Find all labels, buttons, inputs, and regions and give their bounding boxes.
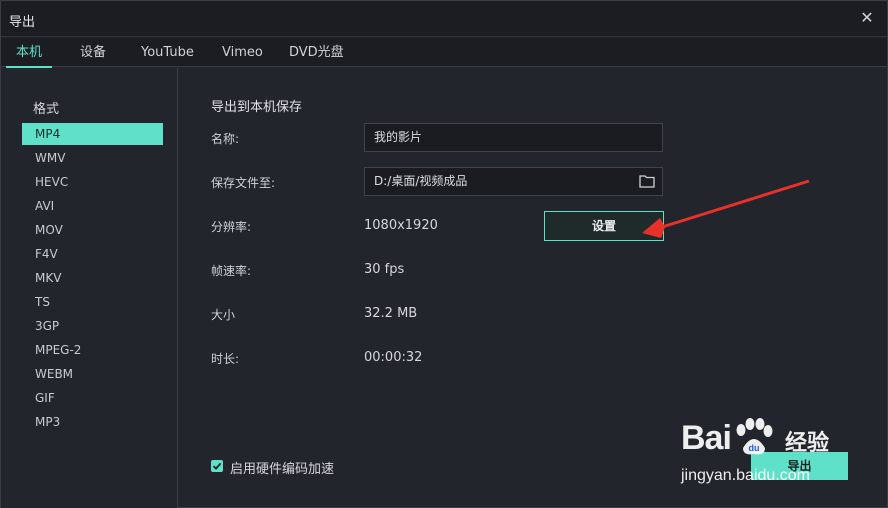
name-input[interactable]: 我的影片 — [364, 123, 663, 152]
duration-value: 00:00:32 — [364, 350, 423, 365]
export-dialog: 导出 ✕ 本机 设备 YouTube Vimeo DVD光盘 格式 MP4 WM… — [0, 0, 888, 508]
format-item-3gp[interactable]: 3GP — [22, 315, 163, 337]
tab-vimeo[interactable]: Vimeo — [222, 38, 263, 67]
format-item-avi[interactable]: AVI — [22, 195, 163, 217]
format-item-webm[interactable]: WEBM — [22, 363, 163, 385]
save-path-input[interactable]: D:/桌面/视频成品 — [364, 167, 663, 196]
export-button[interactable]: 导出 — [751, 452, 848, 480]
format-item-hevc[interactable]: HEVC — [22, 171, 163, 193]
size-label: 大小 — [211, 308, 236, 322]
title-bar: 导出 ✕ — [1, 1, 887, 37]
save-path-label: 保存文件至: — [211, 176, 276, 190]
format-item-wmv[interactable]: WMV — [22, 147, 163, 169]
format-item-mkv[interactable]: MKV — [22, 267, 163, 289]
folder-icon[interactable] — [639, 174, 655, 188]
format-item-mp3[interactable]: MP3 — [22, 411, 163, 433]
format-item-f4v[interactable]: F4V — [22, 243, 163, 265]
format-item-ts[interactable]: TS — [22, 291, 163, 313]
format-item-mpeg2[interactable]: MPEG-2 — [22, 339, 163, 361]
size-value: 32.2 MB — [364, 306, 418, 321]
format-item-gif[interactable]: GIF — [22, 387, 163, 409]
tab-bar: 本机 设备 YouTube Vimeo DVD光盘 — [1, 38, 887, 68]
tab-device[interactable]: 设备 — [80, 38, 106, 67]
close-icon[interactable]: ✕ — [857, 8, 877, 28]
dialog-title: 导出 — [9, 15, 36, 30]
tab-dvd[interactable]: DVD光盘 — [289, 38, 344, 67]
format-sidebar: 格式 MP4 WMV HEVC AVI MOV F4V MKV TS 3GP M… — [1, 68, 178, 508]
settings-button[interactable]: 设置 — [544, 211, 664, 241]
check-icon — [212, 462, 222, 470]
format-heading: 格式 — [33, 102, 60, 117]
format-item-mp4[interactable]: MP4 — [22, 123, 163, 145]
export-settings-panel: 导出到本机保存 名称: 我的影片 保存文件至: D:/桌面/视频成品 分辨率: … — [179, 68, 887, 508]
hw-accel-label: 启用硬件编码加速 — [230, 462, 335, 477]
framerate-value: 30 fps — [364, 262, 405, 277]
name-label: 名称: — [211, 132, 240, 146]
tab-youtube[interactable]: YouTube — [141, 38, 194, 67]
section-title: 导出到本机保存 — [211, 100, 303, 115]
format-item-mov[interactable]: MOV — [22, 219, 163, 241]
hw-accel-checkbox[interactable] — [211, 460, 223, 472]
tab-local[interactable]: 本机 — [5, 38, 53, 68]
resolution-label: 分辨率: — [211, 220, 252, 234]
save-path-value: D:/桌面/视频成品 — [374, 174, 468, 188]
duration-label: 时长: — [211, 352, 240, 366]
resolution-value: 1080x1920 — [364, 218, 438, 233]
framerate-label: 帧速率: — [211, 264, 252, 278]
